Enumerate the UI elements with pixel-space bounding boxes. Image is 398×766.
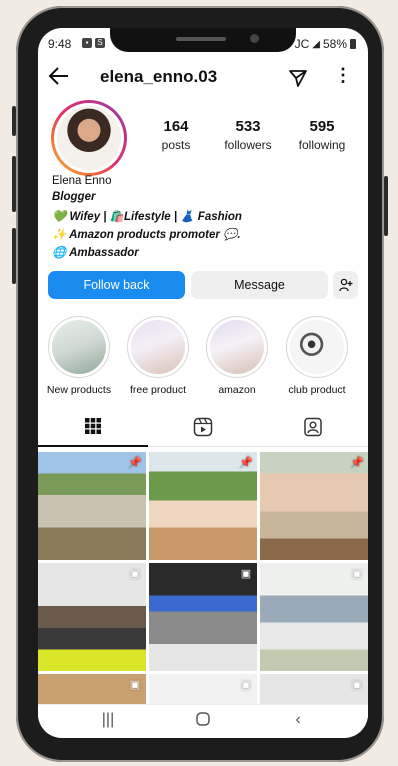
stat-following-value: 595 xyxy=(309,118,335,135)
post-tile[interactable]: ▣ xyxy=(38,563,146,671)
highlight-image xyxy=(131,320,185,374)
home-button[interactable] xyxy=(173,711,233,732)
highlight-image xyxy=(210,320,264,374)
bio-line-1: 💚 Wifey | 🛍️Lifestyle | 👗 Fashion xyxy=(52,211,242,223)
tab-posts-grid[interactable] xyxy=(38,417,148,447)
stat-followers[interactable]: 533 followers xyxy=(208,118,288,152)
post-tile[interactable]: ▣ xyxy=(149,563,257,671)
side-button xyxy=(12,228,16,284)
reels-icon xyxy=(193,417,213,441)
follow-back-button[interactable]: Follow back xyxy=(48,271,185,299)
app-screen: 9:48 ▪ S JC ◢ 58% elena_enno.03 ⋮ 164 po… xyxy=(38,28,368,738)
tab-tagged[interactable] xyxy=(258,417,368,447)
highlight-cover xyxy=(127,316,189,378)
highlight-image xyxy=(290,320,344,374)
stat-following[interactable]: 595 following xyxy=(282,118,362,152)
profile-category: Blogger xyxy=(52,191,96,203)
back-button[interactable]: ‹ xyxy=(268,711,328,729)
volume-down-button xyxy=(12,156,16,212)
more-options-icon[interactable]: ⋮ xyxy=(334,65,352,86)
reel-icon: ▣ xyxy=(351,679,363,691)
post-tile[interactable]: ▣ xyxy=(260,563,368,671)
camera-notch xyxy=(110,28,296,52)
tagged-icon xyxy=(303,417,323,441)
avatar-photo xyxy=(57,106,121,170)
status-time: 9:48 xyxy=(48,37,72,51)
pin-icon: 📌 xyxy=(128,457,142,469)
status-right: JC ◢ 58% xyxy=(295,37,356,51)
stat-posts-label: posts xyxy=(161,138,191,152)
home-icon xyxy=(195,712,211,731)
bio-line-2: ✨ Amazon products promoter 💬. xyxy=(52,229,241,241)
add-person-button[interactable] xyxy=(333,271,358,299)
recents-icon: ||| xyxy=(101,711,115,728)
stat-followers-label: followers xyxy=(224,138,272,152)
volume-up-button xyxy=(12,106,16,136)
highlight-label: club product xyxy=(288,384,346,396)
speaker-grill xyxy=(176,37,226,41)
reel-icon: ▣ xyxy=(129,568,141,580)
tab-reels[interactable] xyxy=(148,417,258,447)
highlight-label: New products xyxy=(46,384,112,396)
pin-icon: 📌 xyxy=(239,457,253,469)
front-camera xyxy=(250,34,259,43)
power-button xyxy=(384,176,388,236)
profile-username: elena_enno.03 xyxy=(100,67,218,86)
s-notification-icon: S xyxy=(95,38,105,48)
reel-icon: ▣ xyxy=(351,568,363,580)
stat-posts-value: 164 xyxy=(163,118,189,135)
signal-icon: ◢ xyxy=(312,38,320,50)
highlight-image xyxy=(52,320,106,374)
post-tile[interactable]: 📌 xyxy=(38,452,146,560)
highlight-free-product[interactable]: free product xyxy=(123,316,193,396)
highlight-amazon[interactable]: amazon xyxy=(202,316,272,396)
gallery-notification-icon: ▪ xyxy=(82,38,92,48)
stat-posts[interactable]: 164 posts xyxy=(136,118,216,152)
stat-following-label: following xyxy=(298,138,346,152)
post-tile[interactable]: 📌 xyxy=(149,452,257,560)
add-person-icon xyxy=(338,278,353,295)
profile-header: elena_enno.03 ⋮ xyxy=(38,62,368,96)
message-button[interactable]: Message xyxy=(191,271,328,299)
highlight-cover xyxy=(286,316,348,378)
system-nav-bar: ||| ‹ xyxy=(38,704,368,738)
highlight-club-product[interactable]: club product xyxy=(282,316,352,396)
status-indicators: JC xyxy=(294,37,310,51)
recents-button[interactable]: ||| xyxy=(78,711,138,729)
highlight-label: amazon xyxy=(218,384,256,396)
highlight-cover xyxy=(48,316,110,378)
grid-icon xyxy=(84,418,102,439)
back-icon: ‹ xyxy=(295,711,301,728)
highlight-new-products[interactable]: New products xyxy=(44,316,114,396)
avatar-border xyxy=(54,103,124,173)
pin-icon: 📌 xyxy=(350,457,364,469)
battery-label: 58% xyxy=(322,37,347,51)
profile-tabs xyxy=(38,411,368,447)
battery-icon xyxy=(350,39,356,49)
post-tile[interactable]: 📌 xyxy=(260,452,368,560)
stat-followers-value: 533 xyxy=(235,118,261,135)
bio-line-3: 🌐 Ambassador xyxy=(52,247,139,259)
profile-avatar[interactable] xyxy=(51,100,127,176)
send-icon[interactable] xyxy=(288,68,308,93)
reel-icon: ▣ xyxy=(240,679,252,691)
highlight-label: free product xyxy=(129,384,187,396)
reel-icon: ▣ xyxy=(129,679,141,691)
reel-icon: ▣ xyxy=(240,568,252,580)
profile-name: Elena Enno xyxy=(52,175,112,187)
highlight-cover xyxy=(206,316,268,378)
back-arrow-icon[interactable] xyxy=(48,66,70,92)
